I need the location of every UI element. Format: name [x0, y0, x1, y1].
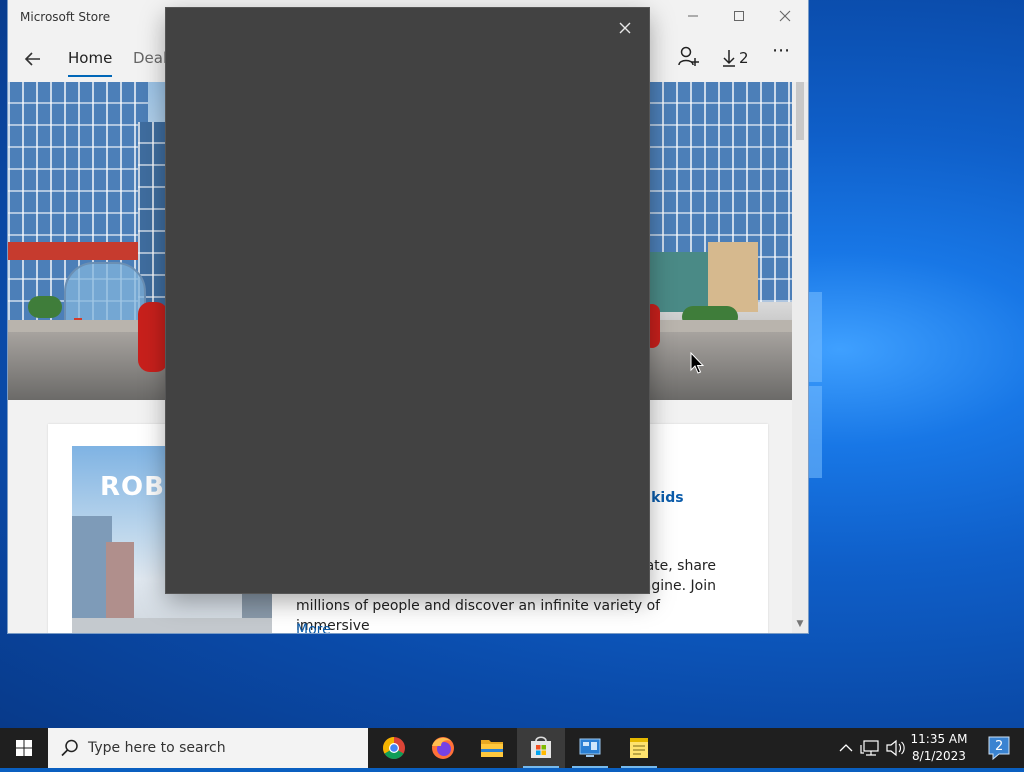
- minimize-icon: [688, 15, 698, 17]
- taskbar-clock[interactable]: 11:35 AM 8/1/2023: [906, 731, 972, 765]
- hero-character: [138, 302, 168, 372]
- search-placeholder: Type here to search: [88, 740, 226, 756]
- minimize-button[interactable]: [670, 4, 716, 32]
- search-icon: [61, 739, 78, 757]
- mouse-cursor-icon: [690, 352, 704, 374]
- maximize-icon: [734, 11, 744, 21]
- close-icon: [779, 10, 791, 22]
- taskbar-control-panel[interactable]: [566, 728, 614, 768]
- scroll-thumb[interactable]: [796, 82, 804, 140]
- description-line: millions of people and discover an infin…: [296, 598, 661, 633]
- more-dots-icon: ⋯: [772, 40, 791, 61]
- taskbar-search-box[interactable]: Type here to search: [48, 728, 368, 768]
- close-window-button[interactable]: [762, 4, 808, 32]
- desktop: Microsoft Store Home Deals 2 ⋯ ROB y & k…: [0, 0, 1024, 728]
- folder-icon: [481, 740, 503, 757]
- more-link[interactable]: More: [296, 622, 331, 633]
- action-center-button[interactable]: 2: [986, 734, 1012, 762]
- hero-building: [8, 242, 148, 260]
- wallpaper-logo-pane-top: [808, 292, 822, 382]
- chevron-down-icon: ▼: [796, 619, 804, 629]
- hero-bus-stop: [64, 262, 146, 326]
- volume-control[interactable]: [884, 728, 906, 768]
- download-icon: [723, 50, 735, 67]
- app-logo-text: ROB: [100, 472, 165, 502]
- taskbar-firefox[interactable]: [419, 728, 467, 768]
- clock-time: 11:35 AM: [910, 732, 968, 746]
- vertical-scrollbar[interactable]: ▼: [792, 82, 808, 633]
- dialog-close-button[interactable]: [613, 16, 637, 40]
- taskbar-file-explorer[interactable]: [468, 728, 516, 768]
- back-arrow-icon: [24, 52, 40, 66]
- notification-count: 2: [995, 739, 1004, 754]
- add-account-button[interactable]: [676, 44, 700, 72]
- taskbar-notes[interactable]: [615, 728, 663, 768]
- art-ground: [72, 618, 272, 633]
- hero-bush: [28, 296, 62, 318]
- taskbar-chrome[interactable]: [370, 728, 418, 768]
- close-icon: [619, 22, 631, 34]
- scroll-down-button[interactable]: ▼: [793, 619, 807, 631]
- tab-home[interactable]: Home: [68, 49, 113, 77]
- overlay-dialog: [166, 8, 649, 593]
- back-button[interactable]: [22, 48, 44, 70]
- network-icon: [860, 740, 879, 756]
- clock-date: 8/1/2023: [912, 749, 966, 763]
- taskbar: Type here to search 11:35 AM 8/1/2023 2: [0, 728, 1024, 768]
- person-add-icon: [678, 46, 699, 66]
- firefox-icon: [432, 737, 454, 759]
- downloads-button[interactable]: 2: [722, 44, 749, 72]
- monitor-app-icon: [579, 738, 601, 757]
- maximize-button[interactable]: [716, 4, 762, 32]
- windows-logo-icon: [16, 740, 32, 756]
- start-button[interactable]: [0, 728, 48, 768]
- hero-building: [708, 242, 758, 312]
- chevron-up-icon: [839, 744, 853, 752]
- wallpaper-logo-pane-bottom: [808, 386, 822, 478]
- chrome-icon: [383, 737, 405, 759]
- speaker-icon: [886, 739, 905, 757]
- store-bag-icon: [531, 736, 551, 758]
- downloads-count: 2: [739, 49, 749, 67]
- notepad-icon: [630, 738, 648, 758]
- more-options-button[interactable]: ⋯: [772, 40, 791, 68]
- network-status[interactable]: [860, 728, 882, 768]
- hero-building: [648, 252, 708, 312]
- tray-overflow-button[interactable]: [836, 728, 856, 768]
- window-title: Microsoft Store: [20, 10, 111, 24]
- taskbar-microsoft-store[interactable]: [517, 728, 565, 768]
